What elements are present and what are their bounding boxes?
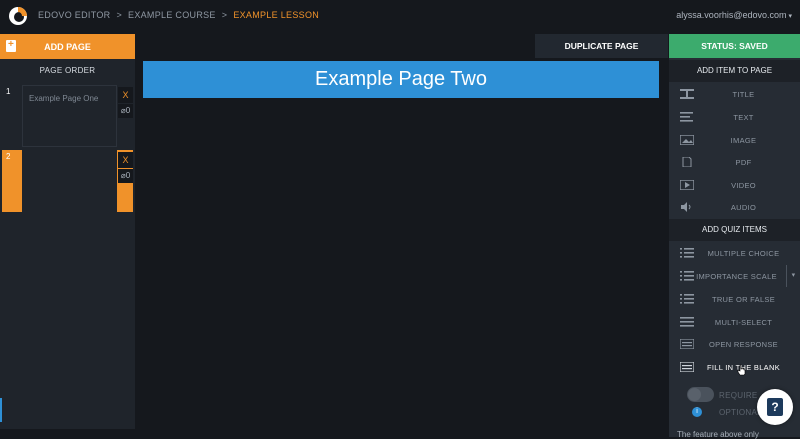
- page-canvas[interactable]: [135, 58, 668, 437]
- status-badge: STATUS: SAVED: [669, 34, 800, 58]
- edge-indicator: [0, 398, 2, 422]
- importance-scale-label: IMPORTANCE SCALE: [696, 272, 777, 281]
- page-preview[interactable]: [22, 150, 117, 212]
- page-link-count-value: 0: [125, 171, 131, 180]
- question-icon: ?: [767, 398, 783, 416]
- info-icon[interactable]: i: [692, 407, 702, 417]
- required-label: REQUIRE: [719, 391, 758, 400]
- add-pdf-item[interactable]: PDF: [669, 151, 800, 173]
- delete-page-button[interactable]: X: [118, 87, 133, 103]
- add-title-item[interactable]: TITLE: [669, 83, 800, 105]
- duplicate-page-button[interactable]: DUPLICATE PAGE: [535, 34, 668, 58]
- page-title-block[interactable]: Example Page Two: [143, 61, 659, 98]
- page-link-count: ⌀0: [118, 169, 133, 183]
- add-item-heading: ADD ITEM TO PAGE: [669, 60, 800, 82]
- page-thumbnail-1[interactable]: 1 Example Page One X ⌀0: [2, 85, 133, 147]
- chevron-down-icon: ▾: [788, 13, 792, 20]
- breadcrumb-separator: >: [221, 10, 228, 20]
- quiz-items-heading: ADD QUIZ ITEMS: [669, 219, 800, 241]
- breadcrumb: EDOVO EDITOR > EXAMPLE COURSE > EXAMPLE LESS…: [38, 10, 319, 20]
- page-sidebar: ADD PAGE PAGE ORDER 1 Example Page One X…: [0, 34, 135, 429]
- page-preview-title: Example Page One: [29, 94, 99, 103]
- add-audio-item[interactable]: AUDIO: [669, 196, 800, 218]
- chevron-down-icon[interactable]: ▾: [786, 265, 800, 287]
- feature-note: The feature above only: [677, 430, 759, 439]
- top-bar: EDOVO EDITOR > EXAMPLE COURSE > EXAMPLE LESS…: [0, 0, 800, 32]
- toggle-knob: [688, 388, 701, 401]
- add-true-or-false-item[interactable]: TRUE OR FALSE: [669, 288, 800, 310]
- delete-page-button[interactable]: X: [118, 152, 133, 168]
- hand-cursor-icon: [737, 364, 746, 376]
- add-title-label: TITLE: [732, 90, 755, 99]
- page-preview[interactable]: Example Page One: [22, 85, 117, 147]
- add-text-label: TEXT: [733, 113, 754, 122]
- breadcrumb-editor[interactable]: EDOVO EDITOR: [38, 10, 110, 20]
- add-video-item[interactable]: VIDEO: [669, 174, 800, 196]
- true-or-false-label: TRUE OR FALSE: [711, 295, 776, 304]
- add-fill-in-the-blank-item[interactable]: FILL IN THE BLANK: [669, 356, 800, 378]
- add-multi-select-item[interactable]: MULTI-SELECT: [669, 311, 800, 333]
- add-image-item[interactable]: IMAGE: [669, 129, 800, 151]
- add-multiple-choice-item[interactable]: MULTIPLE CHOICE: [669, 242, 800, 264]
- add-page-button[interactable]: ADD PAGE: [0, 34, 135, 59]
- multiple-choice-label: MULTIPLE CHOICE: [707, 249, 780, 258]
- item-panel: STATUS: SAVED ADD ITEM TO PAGE TITLE TEX…: [669, 34, 800, 439]
- add-pdf-label: PDF: [735, 158, 752, 167]
- help-button[interactable]: ?: [757, 389, 793, 425]
- breadcrumb-course[interactable]: EXAMPLE COURSE: [128, 10, 216, 20]
- add-open-response-item[interactable]: OPEN RESPONSE: [669, 333, 800, 355]
- edovo-logo-icon[interactable]: [8, 6, 28, 26]
- user-email: alyssa.voorhis@edovo.com: [676, 10, 787, 20]
- add-audio-label: AUDIO: [730, 203, 757, 212]
- page-link-count: ⌀0: [118, 104, 133, 118]
- page-thumbnail-2[interactable]: 2 X ⌀0: [2, 150, 133, 212]
- optional-label: OPTIONAL: [719, 408, 762, 417]
- add-image-label: IMAGE: [730, 136, 757, 145]
- add-text-item[interactable]: TEXT: [669, 106, 800, 128]
- open-response-label: OPEN RESPONSE: [709, 340, 778, 349]
- user-menu[interactable]: alyssa.voorhis@edovo.com ▾: [676, 10, 792, 20]
- breadcrumb-lesson[interactable]: EXAMPLE LESSON: [233, 10, 319, 20]
- page-number: 2: [6, 152, 11, 161]
- multi-select-label: MULTI-SELECT: [714, 318, 773, 327]
- add-page-label: ADD PAGE: [44, 42, 91, 52]
- page-order-heading: PAGE ORDER: [39, 66, 96, 75]
- add-video-label: VIDEO: [731, 181, 756, 190]
- page-link-count-value: 0: [125, 106, 131, 115]
- page-number: 1: [6, 87, 11, 96]
- add-importance-scale-item[interactable]: IMPORTANCE SCALE ▾: [669, 265, 800, 287]
- required-toggle[interactable]: [687, 387, 714, 402]
- breadcrumb-separator: >: [116, 10, 123, 20]
